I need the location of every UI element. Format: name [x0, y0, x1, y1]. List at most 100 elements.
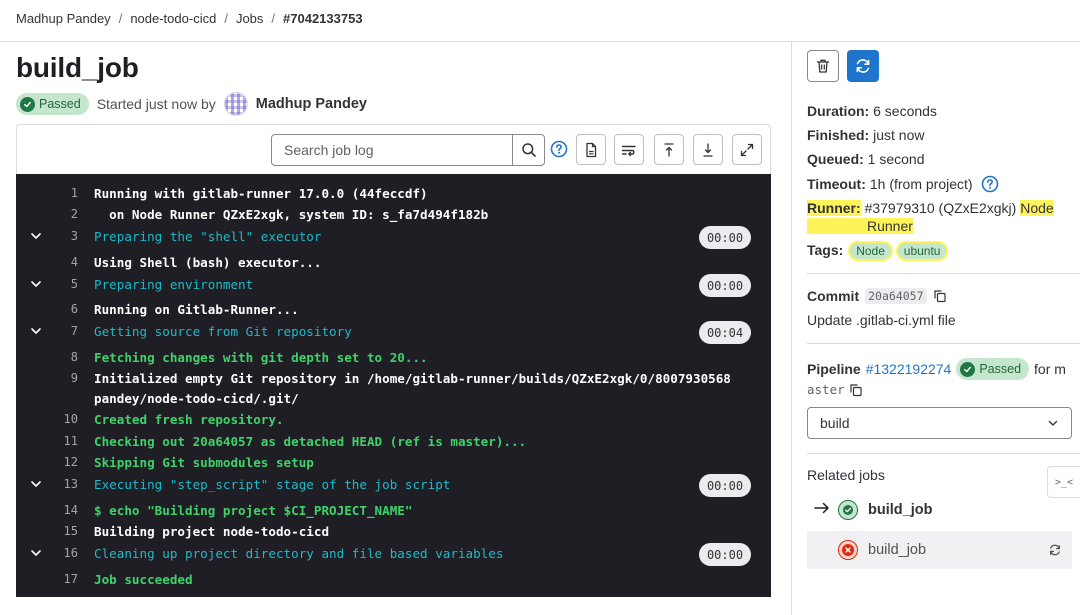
- log-line-number[interactable]: 17: [50, 572, 78, 586]
- erase-job-button[interactable]: [807, 50, 839, 82]
- log-line-number[interactable]: 9: [50, 371, 78, 385]
- pipeline-ref[interactable]: aster: [807, 382, 845, 397]
- log-line-number[interactable]: 7: [50, 324, 78, 338]
- duration-value: 6 seconds: [873, 103, 937, 119]
- terminal-icon: >_<: [1054, 476, 1074, 488]
- copy-icon[interactable]: [933, 289, 947, 303]
- log-line: 14 $ echo "Building project $CI_PROJECT_N…: [16, 499, 771, 521]
- tag-badge: Node: [850, 243, 891, 259]
- log-line-number[interactable]: 13: [50, 477, 78, 491]
- log-line: 8 Fetching changes with git depth set to …: [16, 346, 771, 368]
- stage-select[interactable]: build: [807, 407, 1072, 439]
- log-line: 11 Checking out 20a64057 as detached HEAD…: [16, 430, 771, 452]
- arrow-down-icon: [703, 142, 713, 157]
- breadcrumb-separator: /: [224, 10, 228, 26]
- commit-sha[interactable]: 20a64057: [865, 288, 927, 304]
- page-title: build_job: [16, 52, 139, 83]
- log-line-number[interactable]: 12: [50, 455, 78, 469]
- pipeline-label: Pipeline: [807, 361, 861, 377]
- log-line: 4 Using Shell (bash) executor...: [16, 251, 771, 273]
- log-line: pandey/node-todo-cicd/.git/: [16, 387, 771, 409]
- log-line-number[interactable]: 15: [50, 524, 78, 538]
- log-line-number[interactable]: 6: [50, 302, 78, 316]
- duration-row: Duration: 6 seconds: [807, 103, 937, 119]
- breadcrumb-item-user[interactable]: Madhup Pandey: [16, 11, 111, 26]
- trash-icon: [816, 59, 830, 73]
- pipeline-status-badge[interactable]: Passed: [956, 358, 1030, 380]
- finished-value: just now: [873, 127, 925, 143]
- runner-name-cont[interactable]: Runner: [807, 218, 913, 234]
- breadcrumb-item-project[interactable]: node-todo-cicd: [130, 11, 216, 26]
- check-circle-icon: [20, 96, 35, 112]
- log-line: 5 Preparing environment 00:00: [16, 273, 771, 297]
- pipeline-row: Pipeline #1322192274 Passed for m: [807, 358, 1066, 380]
- log-line-number[interactable]: 3: [50, 229, 78, 243]
- divider: [807, 343, 1080, 344]
- log-line-number[interactable]: 1: [50, 186, 78, 200]
- show-raw-button[interactable]: [576, 134, 606, 165]
- log-line-text: Created fresh repository.: [94, 411, 284, 427]
- retry-icon: [856, 59, 870, 73]
- pipeline-link[interactable]: #1322192274: [866, 361, 952, 377]
- log-line-text: Initialized empty Git repository in /hom…: [94, 370, 731, 386]
- terminal-panel-toggle[interactable]: >_<: [1047, 466, 1080, 498]
- log-line-number[interactable]: 2: [50, 207, 78, 221]
- timeout-label: Timeout:: [807, 176, 866, 192]
- log-line-number[interactable]: 11: [50, 434, 78, 448]
- log-section-header: Preparing the "shell" executor: [94, 228, 322, 244]
- log-line-number[interactable]: 10: [50, 412, 78, 426]
- chevron-down-icon[interactable]: [28, 545, 44, 561]
- runner-name[interactable]: Node: [1020, 200, 1054, 216]
- job-sidebar: Duration: 6 seconds Finished: just now Q…: [791, 41, 1080, 615]
- related-job-name: build_job: [868, 502, 933, 518]
- log-line-number[interactable]: 5: [50, 277, 78, 291]
- chevron-down-icon[interactable]: [28, 476, 44, 492]
- divider: [807, 453, 1080, 454]
- related-job-name: build_job: [868, 542, 927, 558]
- search-button[interactable]: [512, 135, 544, 165]
- chevron-down-icon[interactable]: [28, 276, 44, 292]
- log-line: 16 Cleaning up project directory and file…: [16, 542, 771, 566]
- runner-id[interactable]: #37979310 (QZxE2xgkj): [865, 200, 1017, 216]
- author-link[interactable]: Madhup Pandey: [256, 96, 367, 112]
- log-line: 15 Building project node-todo-cicd: [16, 520, 771, 542]
- copy-icon[interactable]: [849, 383, 863, 397]
- log-line-number[interactable]: 14: [50, 503, 78, 517]
- retry-icon[interactable]: [1048, 543, 1062, 557]
- wrap-lines-button[interactable]: [614, 134, 644, 165]
- log-line-text: Building project node-todo-cicd: [94, 523, 330, 539]
- chevron-down-icon: [1048, 420, 1058, 426]
- related-job-item[interactable]: build_job: [807, 531, 1072, 569]
- queued-row: Queued: 1 second: [807, 151, 925, 167]
- chevron-down-icon[interactable]: [28, 228, 44, 244]
- fullscreen-button[interactable]: [732, 134, 762, 165]
- log-line-number[interactable]: 8: [50, 350, 78, 364]
- breadcrumb-item-job-id[interactable]: #7042133753: [283, 11, 363, 26]
- log-line-number[interactable]: 4: [50, 255, 78, 269]
- log-line: 1 Running with gitlab-runner 17.0.0 (44fe…: [16, 182, 771, 204]
- related-job-item[interactable]: build_job: [807, 491, 1072, 529]
- retry-job-button[interactable]: [847, 50, 879, 82]
- question-icon[interactable]: [981, 175, 999, 193]
- chevron-down-icon[interactable]: [28, 323, 44, 339]
- status-passed-icon: [838, 500, 858, 520]
- question-icon[interactable]: [550, 140, 568, 158]
- log-line-text: Skipping Git submodules setup: [94, 454, 314, 470]
- scroll-to-bottom-button[interactable]: [693, 134, 723, 165]
- breadcrumb-item-jobs[interactable]: Jobs: [236, 11, 263, 26]
- log-section-header: Cleaning up project directory and file b…: [94, 545, 504, 561]
- log-line-text: Running with gitlab-runner 17.0.0 (44fec…: [94, 185, 428, 201]
- breadcrumb: Madhup Pandey / node-todo-cicd / Jobs / …: [16, 10, 363, 26]
- commit-row: Commit 20a64057: [807, 288, 947, 304]
- status-badge[interactable]: Passed: [16, 93, 89, 115]
- search-job-log-input[interactable]: [272, 135, 512, 165]
- queued-value: 1 second: [867, 151, 925, 167]
- scroll-to-top-button[interactable]: [654, 134, 684, 165]
- avatar[interactable]: [223, 92, 248, 116]
- log-line-number[interactable]: 16: [50, 546, 78, 560]
- search-box: [271, 134, 545, 166]
- text-wrap-icon: [621, 145, 636, 156]
- log-line: 10 Created fresh repository.: [16, 408, 771, 430]
- log-line-text: Checking out 20a64057 as detached HEAD (…: [94, 433, 527, 449]
- check-circle-icon: [960, 361, 976, 377]
